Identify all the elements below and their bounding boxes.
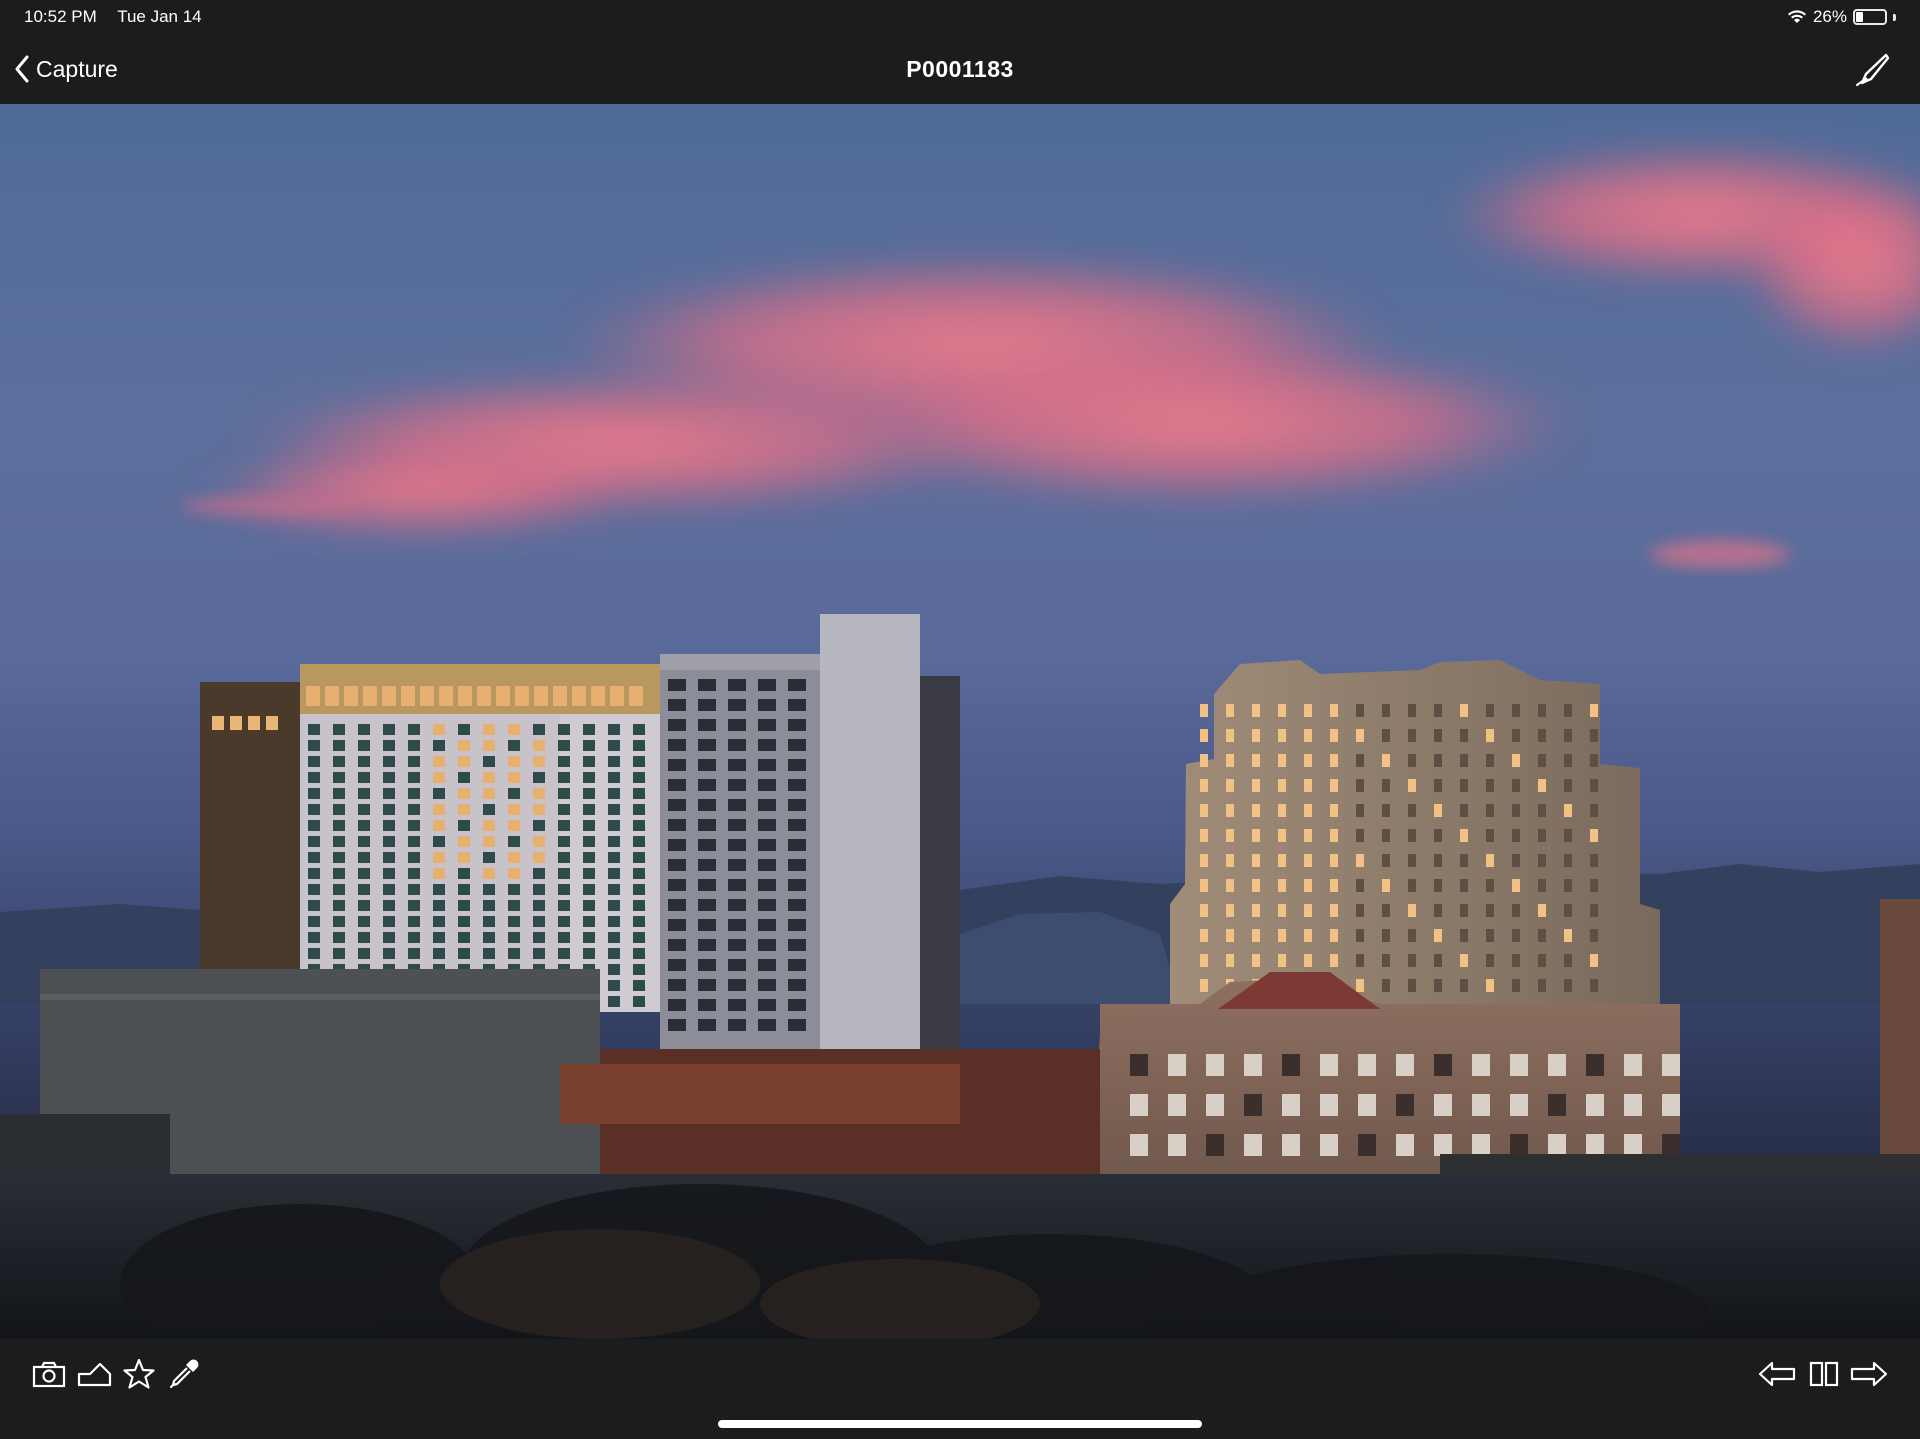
compare-icon xyxy=(1809,1361,1839,1387)
eyedropper-icon xyxy=(169,1359,199,1389)
battery-level xyxy=(1856,12,1864,22)
back-label: Capture xyxy=(36,55,118,82)
photo-image xyxy=(0,144,1920,1339)
compare-button[interactable] xyxy=(1803,1353,1845,1395)
battery-cap xyxy=(1893,13,1896,21)
status-right: 26% xyxy=(1787,7,1896,27)
exposure-button[interactable] xyxy=(73,1353,115,1395)
photo-view[interactable] xyxy=(0,104,1920,1339)
rating-button[interactable] xyxy=(118,1353,160,1395)
next-arrow-icon xyxy=(1850,1361,1888,1387)
edit-button[interactable] xyxy=(1850,48,1894,92)
back-button[interactable]: Capture xyxy=(14,48,118,90)
camera-button[interactable] xyxy=(28,1353,70,1395)
previous-arrow-icon xyxy=(1758,1361,1796,1387)
previous-button[interactable] xyxy=(1756,1353,1798,1395)
pen-icon xyxy=(1855,53,1890,87)
camera-icon xyxy=(32,1361,66,1388)
page-title: P0001183 xyxy=(906,55,1014,82)
wifi-icon xyxy=(1787,10,1806,23)
eyedropper-button[interactable] xyxy=(163,1353,205,1395)
navigation-bar: Capture P0001183 xyxy=(0,34,1920,104)
status-left: 10:52 PM Tue Jan 14 xyxy=(24,7,218,27)
status-bar: 10:52 PM Tue Jan 14 26% xyxy=(0,0,1920,34)
battery-percent: 26% xyxy=(1812,7,1847,26)
status-time: 10:52 PM xyxy=(24,7,97,26)
next-button[interactable] xyxy=(1848,1353,1890,1395)
chevron-left-icon xyxy=(15,55,29,83)
star-icon xyxy=(123,1358,155,1389)
status-date: Tue Jan 14 xyxy=(117,7,202,26)
exposure-icon xyxy=(77,1362,112,1387)
battery-icon xyxy=(1853,9,1887,25)
home-indicator[interactable] xyxy=(718,1420,1202,1428)
